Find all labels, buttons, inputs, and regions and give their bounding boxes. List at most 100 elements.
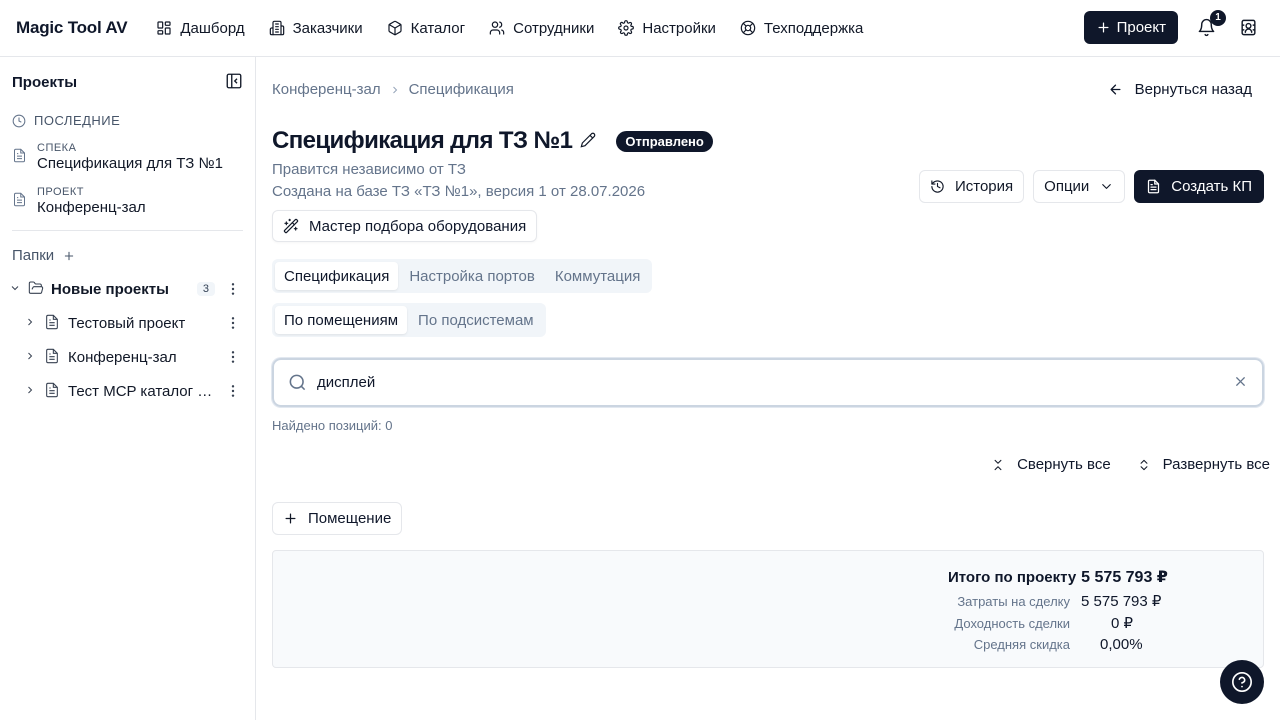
folder-row[interactable]: Новые проекты 3: [0, 272, 255, 306]
nav-item-label: Сотрудники: [513, 19, 595, 37]
file-text-icon: [44, 382, 60, 401]
breadcrumb-item[interactable]: Конференц-зал: [272, 81, 381, 98]
lifebuoy-icon: [740, 20, 756, 36]
projects-sidebar: Проекты ПОСЛЕДНИЕ СПЕКА Спецификация для…: [0, 57, 256, 720]
breadcrumb-item[interactable]: Спецификация: [409, 81, 514, 98]
subtitle-independent: Правится независимо от ТЗ: [272, 161, 466, 178]
nav-item-customers[interactable]: Заказчики: [260, 14, 372, 43]
breadcrumb: Конференц-зал Спецификация: [272, 81, 514, 98]
pencil-icon[interactable]: [580, 132, 596, 151]
total-value: 5 575 793 ₽: [1081, 569, 1168, 586]
file-text-icon: [44, 314, 60, 333]
chevron-down-icon[interactable]: [9, 281, 21, 297]
main-tabs: Спецификация Настройка портов Коммутация: [272, 259, 653, 293]
main-nav: Дашборд Заказчики Каталог Сотрудники Нас…: [147, 14, 878, 43]
chevron-right-icon: [392, 86, 397, 93]
project-row[interactable]: Конференц-зал: [0, 340, 255, 374]
cost-value: 5 575 793 ₽: [1081, 593, 1162, 610]
notifications-button[interactable]: 1: [1192, 9, 1226, 42]
create-kp-button[interactable]: Создать КП: [1134, 170, 1264, 203]
new-project-button[interactable]: Проект: [1083, 11, 1178, 44]
tab-port-settings[interactable]: Настройка портов: [400, 262, 544, 290]
brand-logo[interactable]: Magic Tool AV: [16, 18, 128, 38]
main-content: Конференц-зал Спецификация Вернуться наз…: [256, 57, 1280, 720]
tab-switching[interactable]: Коммутация: [546, 262, 650, 290]
nav-item-support[interactable]: Техподдержка: [731, 14, 872, 43]
recent-heading-label: ПОСЛЕДНИЕ: [34, 113, 121, 128]
recent-item-project[interactable]: ПРОЕКТ Конференц-зал: [0, 186, 255, 216]
recent-item-kind: ПРОЕКТ: [37, 186, 85, 198]
panel-left-close-icon: [226, 73, 242, 88]
search-icon: [289, 374, 306, 391]
wand-icon: [283, 218, 299, 234]
box-icon: [387, 20, 402, 36]
sidebar-collapse-button[interactable]: [225, 72, 243, 93]
search-box: [272, 358, 1264, 407]
profit-value: 0 ₽: [1111, 615, 1134, 632]
nav-item-label: Заказчики: [292, 19, 363, 37]
history-button-label: История: [954, 178, 1014, 195]
chevron-right-icon[interactable]: [24, 383, 36, 399]
building-icon: [269, 20, 284, 36]
folder-more-icon[interactable]: [225, 281, 241, 297]
profile-button[interactable]: [1234, 14, 1262, 42]
back-button-label: Вернуться назад: [1134, 81, 1252, 98]
status-badge: Отправлено: [616, 130, 713, 152]
gear-icon: [618, 20, 635, 36]
project-row[interactable]: Тестовый проект: [0, 306, 255, 340]
help-circle-icon: [1232, 672, 1252, 692]
discount-label: Средняя скидка: [973, 637, 1070, 652]
add-room-button[interactable]: Помещение: [272, 502, 403, 535]
file-text-icon: [14, 192, 25, 207]
folders-heading: Папки: [0, 247, 255, 264]
file-text-icon: [44, 348, 60, 367]
search-input[interactable]: [317, 374, 1233, 391]
project-more-icon[interactable]: [225, 349, 241, 365]
found-count: Найдено позиций: 0: [272, 418, 393, 433]
options-dropdown[interactable]: Опции: [1033, 170, 1126, 203]
new-project-label: Проект: [1116, 19, 1166, 36]
expand-all-label: Развернуть все: [1162, 456, 1270, 473]
history-button[interactable]: История: [918, 170, 1025, 203]
project-row[interactable]: Тест MCP каталог оборудования: [0, 374, 255, 408]
project-more-icon[interactable]: [225, 315, 241, 331]
subtitle-origin: Создана на базе ТЗ «ТЗ №1», версия 1 от …: [272, 183, 646, 200]
recent-item-spec[interactable]: СПЕКА Спецификация для ТЗ №1: [0, 142, 255, 172]
project-name: Тестовый проект: [68, 314, 186, 332]
equipment-wizard-button[interactable]: Мастер подбора оборудования: [272, 210, 538, 242]
file-text-icon: [14, 148, 25, 163]
recent-item-kind: СПЕКА: [37, 142, 77, 154]
project-more-icon[interactable]: [225, 383, 241, 399]
help-button[interactable]: [1220, 660, 1264, 704]
nav-item-label: Техподдержка: [763, 19, 864, 37]
project-name: Конференц-зал: [68, 348, 177, 366]
grid-icon: [157, 21, 171, 35]
nav-item-label: Дашборд: [180, 19, 245, 37]
chevron-right-icon[interactable]: [24, 315, 36, 331]
chevron-right-icon[interactable]: [24, 349, 36, 365]
collapse-all-button[interactable]: Свернуть все: [991, 456, 1111, 473]
sidebar-divider: [12, 230, 243, 231]
tab-by-rooms[interactable]: По помещениям: [275, 306, 408, 334]
add-folder-icon[interactable]: [62, 249, 76, 263]
file-text-icon: [1148, 179, 1160, 194]
cost-label: Затраты на сделку: [957, 594, 1070, 609]
add-room-label: Помещение: [308, 510, 392, 527]
top-navbar: Magic Tool AV Дашборд Заказчики Каталог …: [0, 0, 1280, 57]
nav-item-employees[interactable]: Сотрудники: [480, 14, 603, 43]
nav-item-dashboard[interactable]: Дашборд: [147, 14, 253, 43]
clear-search-icon[interactable]: [1233, 374, 1248, 392]
users-icon: [489, 21, 505, 35]
chevrons-up-down-icon: [1140, 459, 1148, 470]
tab-by-subsystems[interactable]: По подсистемам: [409, 306, 543, 334]
back-button[interactable]: Вернуться назад: [1108, 81, 1252, 98]
project-totals: Итого по проекту 5 575 793 ₽ Затраты на …: [272, 550, 1264, 668]
nav-item-settings[interactable]: Настройки: [609, 14, 725, 43]
tab-specification[interactable]: Спецификация: [275, 262, 399, 290]
discount-value: 0,00%: [1100, 636, 1143, 653]
options-dropdown-label: Опции: [1044, 178, 1090, 195]
nav-item-catalog[interactable]: Каталог: [378, 14, 475, 43]
user-card-icon: [1240, 19, 1256, 36]
expand-all-button[interactable]: Развернуть все: [1137, 456, 1270, 473]
chevron-down-icon: [1102, 184, 1112, 189]
